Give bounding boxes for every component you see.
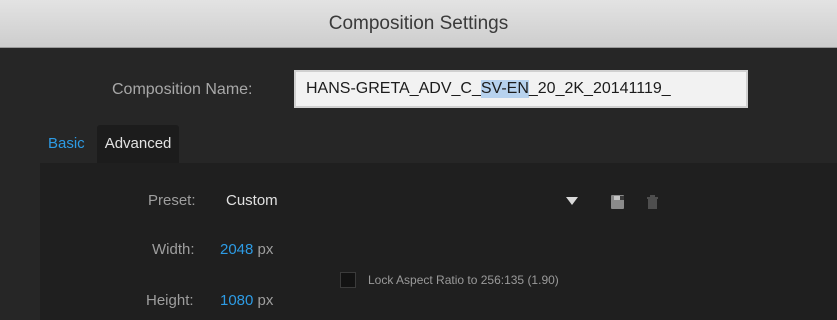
title-bar: Composition Settings: [0, 0, 837, 48]
height-label: Height:: [146, 292, 194, 309]
width-label: Width:: [152, 241, 195, 258]
tab-bar: Basic Advanced: [40, 125, 180, 163]
width-unit: px: [257, 241, 274, 258]
width-value: 2048: [220, 241, 254, 258]
tab-basic[interactable]: Basic: [40, 125, 93, 163]
composition-name-label: Composition Name:: [112, 81, 253, 98]
composition-name-text-before: HANS-GRETA_ADV_C_: [306, 80, 481, 97]
height-unit: px: [257, 292, 274, 309]
tab-advanced[interactable]: Advanced: [96, 125, 180, 163]
trash-icon[interactable]: [645, 194, 660, 210]
lock-aspect-label: Lock Aspect Ratio to 256:135 (1.90): [368, 273, 559, 287]
composition-name-input[interactable]: HANS-GRETA_ADV_C_ SV-EN _20_2K_20141119_: [294, 70, 748, 108]
composition-name-text-after: _20_2K_20141119_: [528, 80, 671, 97]
window-title: Composition Settings: [328, 12, 509, 34]
lock-aspect-checkbox[interactable]: [340, 272, 356, 288]
preset-label: Preset:: [148, 192, 196, 209]
height-field[interactable]: 1080 px: [220, 292, 273, 309]
composition-name-selected-text: SV-EN: [480, 80, 529, 98]
height-value: 1080: [220, 292, 254, 309]
chevron-down-icon[interactable]: [566, 197, 578, 205]
save-preset-icon[interactable]: [610, 194, 625, 210]
preset-dropdown[interactable]: Custom: [226, 192, 278, 209]
width-field[interactable]: 2048 px: [220, 241, 273, 258]
